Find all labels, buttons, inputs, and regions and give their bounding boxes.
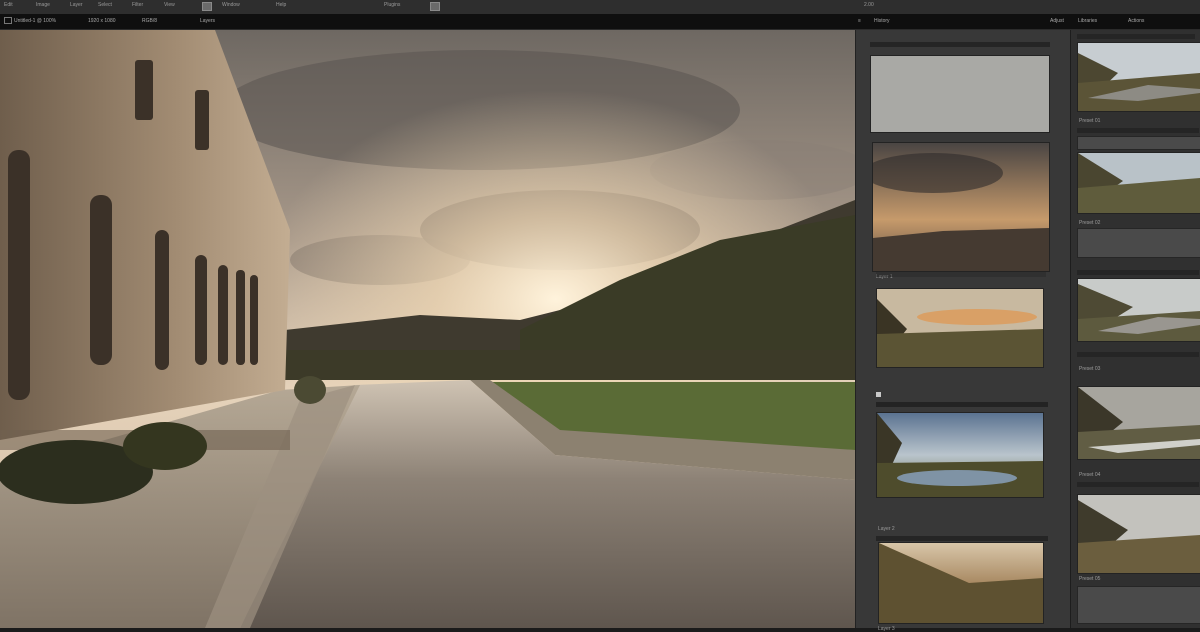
background-swatch[interactable] <box>430 2 440 11</box>
presets-header-bar <box>1077 34 1195 39</box>
preset-bar-3 <box>1077 352 1199 357</box>
valley-thumbnail-image <box>879 543 1043 623</box>
landscape-photo <box>0 30 855 628</box>
panel-section-bar-2 <box>876 536 1048 541</box>
preset-bar-2 <box>1077 270 1199 275</box>
color-mode: RGB/8 <box>142 18 158 24</box>
layer-label-2: Layer 2 <box>878 526 895 532</box>
menu-bar: Edit Image Layer Select Filter View Wind… <box>0 0 1200 15</box>
image-canvas[interactable] <box>0 30 855 628</box>
preset-block-5 <box>1077 586 1200 624</box>
options-bar: Untitled-1 @ 100% 1920 x 1080 RGB/8 Laye… <box>0 14 1200 30</box>
layer-thumbnail-blank[interactable] <box>870 55 1050 133</box>
lake-thumbnail-image <box>877 289 1043 367</box>
layer-thumbnail-mountain-lake[interactable] <box>876 412 1044 498</box>
tab-libraries[interactable]: Libraries <box>1078 17 1097 25</box>
preset-bar-4 <box>1077 482 1199 487</box>
preset-thumb-3[interactable] <box>1077 278 1200 342</box>
preset-2-image <box>1078 153 1200 213</box>
preset-caption-2: Preset 02 <box>1079 220 1101 226</box>
presets-panel: Preset 01 Preset 02 Preset 03 Preset 04 <box>1070 30 1200 628</box>
canvas-size: 1920 x 1080 <box>88 18 116 24</box>
layer-thumbnail-sunset[interactable] <box>872 142 1050 272</box>
preset-5-image <box>1078 495 1200 573</box>
tab-adjust[interactable]: Adjust <box>1050 17 1064 25</box>
menu-item-image[interactable]: Image <box>36 1 50 9</box>
preset-thumb-5[interactable] <box>1077 494 1200 574</box>
preset-thumb-1[interactable] <box>1077 42 1200 112</box>
preset-caption-3: Preset 03 <box>1079 366 1101 372</box>
layer-thumbnail-lake[interactable] <box>876 288 1044 368</box>
panel-header-bar <box>870 42 1050 47</box>
preset-caption-5: Preset 05 <box>1079 576 1101 582</box>
mountain-lake-thumbnail-image <box>877 413 1043 497</box>
document-icon <box>4 17 12 25</box>
panel-menu-icon[interactable]: ≡ <box>858 17 861 25</box>
preset-1-image <box>1078 43 1200 111</box>
foreground-swatch[interactable] <box>202 2 212 11</box>
preset-block-1 <box>1077 136 1200 150</box>
menu-item-edit[interactable]: Edit <box>4 1 13 9</box>
menu-item-window[interactable]: Window <box>222 1 240 9</box>
visibility-checkbox[interactable] <box>876 392 881 397</box>
preset-thumb-2[interactable] <box>1077 152 1200 214</box>
layers-tab[interactable]: Layers <box>200 17 215 25</box>
panel-section-bar <box>876 402 1048 407</box>
menu-item-view[interactable]: View <box>164 1 175 9</box>
menu-item-select[interactable]: Select <box>98 1 112 9</box>
document-tab-label: Untitled-1 @ 100% <box>14 18 57 24</box>
preset-block-2 <box>1077 228 1200 258</box>
separator <box>876 272 1046 277</box>
zoom-readout: 2.00 <box>864 2 874 8</box>
menu-item-filter[interactable]: Filter <box>132 1 143 9</box>
preset-thumb-4[interactable] <box>1077 386 1200 460</box>
preset-3-image <box>1078 279 1200 341</box>
preset-caption-4: Preset 04 <box>1079 472 1101 478</box>
document-tab[interactable]: Untitled-1 @ 100% <box>4 17 56 25</box>
menu-item-help[interactable]: Help <box>276 1 286 9</box>
sunset-thumbnail-image <box>873 143 1049 271</box>
layers-panel: Layer 1 Layer 2 Layer 3 <box>855 30 1071 632</box>
tab-actions[interactable]: Actions <box>1128 17 1144 25</box>
preset-4-image <box>1078 387 1200 459</box>
layer-thumbnail-valley[interactable] <box>878 542 1044 624</box>
menu-item-plugins[interactable]: Plugins <box>384 1 400 9</box>
preset-bar-1 <box>1077 128 1199 133</box>
preset-caption-1: Preset 01 <box>1079 118 1101 124</box>
tab-history[interactable]: History <box>874 17 890 25</box>
menu-item-layer[interactable]: Layer <box>70 1 83 9</box>
layer-label-3: Layer 3 <box>878 626 895 632</box>
